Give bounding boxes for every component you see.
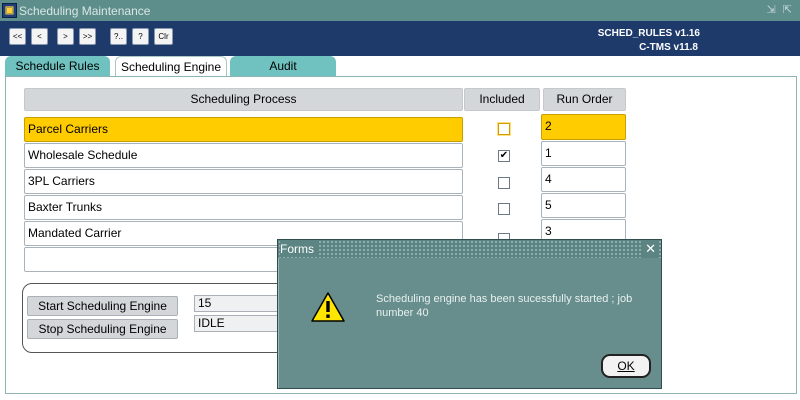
close-icon[interactable]: ✕	[642, 240, 659, 258]
tab-strip: Schedule Rules Scheduling Engine Audit	[0, 56, 800, 76]
warning-icon	[311, 292, 345, 322]
run-order-field[interactable]: 5	[541, 193, 626, 218]
engine-status-field: IDLE	[194, 315, 278, 332]
dialog-message: Scheduling engine has been sucessfully s…	[376, 293, 633, 319]
job-number-field[interactable]: 15	[194, 295, 278, 312]
tab-scheduling-engine[interactable]: Scheduling Engine	[115, 56, 227, 76]
window-title: Scheduling Maintenance	[19, 4, 151, 18]
column-header-process: Scheduling Process	[24, 88, 463, 111]
app-icon: ▣	[2, 3, 17, 18]
stop-engine-button[interactable]: Stop Scheduling Engine	[27, 319, 178, 339]
next-record-button[interactable]: >	[57, 28, 74, 45]
last-record-button[interactable]: >>	[79, 28, 96, 45]
query-enter-button[interactable]: ?..	[110, 28, 127, 45]
run-order-field[interactable]: 4	[541, 167, 626, 192]
process-cell[interactable]: Wholesale Schedule	[24, 143, 463, 168]
included-checkbox[interactable]	[498, 177, 510, 189]
included-checkbox[interactable]	[498, 203, 510, 215]
dialog-title: Forms	[280, 241, 318, 257]
tab-audit[interactable]: Audit	[230, 56, 336, 76]
window-title-bar: ▣ Scheduling Maintenance ⇲ ⇱	[0, 0, 800, 21]
previous-record-button[interactable]: <	[31, 28, 48, 45]
start-engine-button[interactable]: Start Scheduling Engine	[27, 296, 178, 316]
column-header-included: Included	[464, 88, 540, 111]
forms-alert-dialog: Forms ✕ Scheduling engine has been suces…	[277, 239, 662, 389]
dialog-title-bar: Forms ✕	[278, 240, 661, 258]
clear-button[interactable]: Clr	[154, 28, 173, 45]
process-cell[interactable]: Parcel Carriers	[24, 117, 463, 142]
tab-schedule-rules[interactable]: Schedule Rules	[5, 56, 110, 76]
ok-button-label: OK	[617, 359, 635, 373]
included-checkbox[interactable]: ✔	[498, 150, 510, 162]
process-cell[interactable]: 3PL Carriers	[24, 169, 463, 194]
run-order-field[interactable]: 2	[541, 114, 626, 140]
window-controls[interactable]: ⇲ ⇱	[767, 3, 795, 16]
product-version: C-TMS v11.8	[639, 42, 698, 53]
query-execute-button[interactable]: ?	[132, 28, 149, 45]
run-order-field[interactable]: 1	[541, 141, 626, 166]
first-record-button[interactable]: <<	[9, 28, 26, 45]
ok-button[interactable]: OK	[601, 354, 651, 378]
column-header-run-order: Run Order	[543, 88, 626, 111]
toolbar: << < > >> ?.. ? Clr SCHED_RULES v1.16 C-…	[0, 21, 800, 56]
process-cell[interactable]: Baxter Trunks	[24, 195, 463, 220]
included-checkbox[interactable]	[498, 123, 510, 135]
module-version: SCHED_RULES v1.16	[597, 28, 700, 39]
